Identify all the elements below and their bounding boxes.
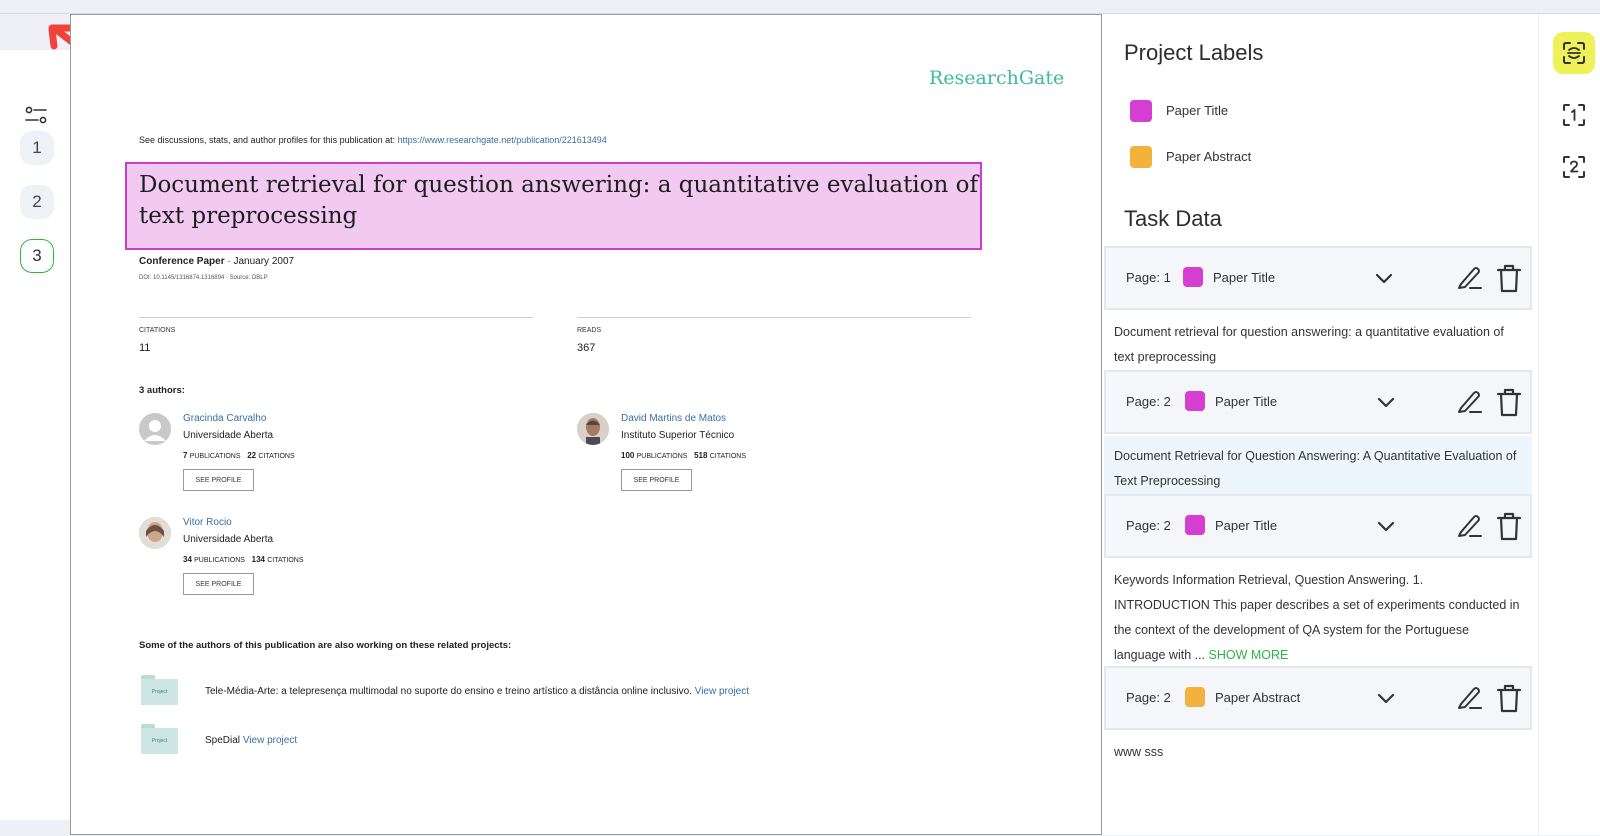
task-card[interactable]: Page: 2 Paper Abstract xyxy=(1104,666,1532,730)
citations-value: 11 xyxy=(139,342,151,354)
reads-label: READS xyxy=(577,327,602,334)
conference-date: · January 2007 xyxy=(224,256,295,267)
authors-heading: 3 authors: xyxy=(139,385,185,396)
related-project: Project SpeDial View project xyxy=(141,724,941,754)
author-metrics: 100 PUBLICATIONS 518 CITATIONS xyxy=(621,451,746,460)
author-institution: Instituto Superior Técnico xyxy=(621,430,735,441)
chevron-down-icon[interactable] xyxy=(1374,390,1398,414)
view-project-link[interactable]: View project xyxy=(695,686,749,697)
trash-icon[interactable] xyxy=(1494,682,1524,714)
see-profile-button[interactable]: SEE PROFILE xyxy=(621,469,692,491)
doi-line: DOI: 10.1145/1316874.1316894 · Source: D… xyxy=(139,275,268,281)
task-data-heading: Task Data xyxy=(1124,206,1222,231)
discussion-line: See discussions, stats, and author profi… xyxy=(139,135,607,145)
paper-title: Document retrieval for question answerin… xyxy=(139,172,978,229)
chevron-down-icon[interactable] xyxy=(1374,686,1398,710)
chevron-down-icon[interactable] xyxy=(1372,266,1396,290)
card-label: Paper Title xyxy=(1215,518,1278,533)
author-name[interactable]: David Martins de Matos xyxy=(621,413,726,424)
task-card[interactable]: Page: 2 Paper Title xyxy=(1104,370,1532,434)
conference-line: Conference Paper · January 2007 xyxy=(139,256,294,267)
related-projects-heading: Some of the authors of this publication … xyxy=(139,640,512,651)
card-label-swatch xyxy=(1183,267,1203,287)
card-text: Keywords Information Retrieval, Question… xyxy=(1104,560,1532,676)
page-1-select-button[interactable] xyxy=(1553,94,1595,136)
reads-value: 367 xyxy=(577,342,596,354)
avatar xyxy=(577,413,609,445)
author-metrics: 34 PUBLICATIONS 134 CITATIONS xyxy=(183,555,304,564)
page-1-select-icon xyxy=(1563,104,1585,126)
author-card: Gracinda Carvalho Universidade Aberta 7 … xyxy=(139,413,499,503)
card-label: Paper Abstract xyxy=(1215,690,1301,705)
card-text: Document retrieval for question answerin… xyxy=(1104,312,1532,378)
avatar xyxy=(139,517,171,549)
project-labels-heading: Project Labels xyxy=(1124,40,1264,65)
conference-label: Conference Paper xyxy=(139,256,225,267)
project-text: Tele-Média-Arte: a telepresença multimod… xyxy=(205,686,750,697)
edit-pencil-icon[interactable] xyxy=(1454,682,1484,712)
edit-pencil-icon[interactable] xyxy=(1454,262,1484,292)
label-name: Paper Abstract xyxy=(1166,149,1252,164)
card-label: Paper Title xyxy=(1215,394,1278,409)
card-label: Paper Title xyxy=(1213,270,1276,285)
page-button-1[interactable]: 1 xyxy=(20,131,54,165)
see-profile-button[interactable]: SEE PROFILE xyxy=(183,573,254,595)
see-profile-button[interactable]: SEE PROFILE xyxy=(183,469,254,491)
view-project-link[interactable]: View project xyxy=(243,735,297,746)
card-label-swatch xyxy=(1185,515,1205,535)
publication-link[interactable]: https://www.researchgate.net/publication… xyxy=(398,135,607,145)
card-text: Document Retrieval for Question Answerin… xyxy=(1104,436,1532,502)
avatar-placeholder-icon xyxy=(139,413,171,445)
label-name: Paper Title xyxy=(1166,103,1229,118)
related-project: Project Tele-Média-Arte: a telepresença … xyxy=(141,675,941,705)
card-page: Page: 1 xyxy=(1126,270,1171,285)
show-more-link[interactable]: SHOW MORE xyxy=(1209,648,1289,662)
task-card[interactable]: Page: 2 Paper Title xyxy=(1104,494,1532,558)
card-label-swatch xyxy=(1185,391,1205,411)
author-institution: Universidade Aberta xyxy=(183,534,274,545)
labels-panel: Project Labels Paper Title Paper Abstrac… xyxy=(1102,14,1538,835)
label-swatch xyxy=(1130,100,1152,122)
document-viewer: ResearchGate See discussions, stats, and… xyxy=(70,14,1102,835)
chevron-down-icon[interactable] xyxy=(1374,514,1398,538)
top-strip xyxy=(0,0,1600,14)
author-name[interactable]: Gracinda Carvalho xyxy=(183,413,266,424)
task-card[interactable]: Page: 1 Paper Title xyxy=(1104,246,1532,310)
label-swatch xyxy=(1130,146,1152,168)
author-card: David Martins de Matos Instituto Superio… xyxy=(577,413,937,503)
author-institution: Universidade Aberta xyxy=(183,430,274,441)
page-button-2[interactable]: 2 xyxy=(20,185,54,219)
page-navigator: 1 2 3 xyxy=(0,14,70,836)
author-card: Vitor Rocio Universidade Aberta 34 PUBLI… xyxy=(139,517,499,607)
card-page: Page: 2 xyxy=(1126,690,1171,705)
navigator-footer xyxy=(0,820,70,836)
page-2-select-button[interactable] xyxy=(1553,146,1595,188)
card-label-swatch xyxy=(1185,687,1205,707)
page-button-3[interactable]: 3 xyxy=(20,239,54,273)
folder-icon: Project xyxy=(141,724,178,754)
edit-pencil-icon[interactable] xyxy=(1454,510,1484,540)
trash-icon[interactable] xyxy=(1494,386,1524,418)
paper-title-annotation[interactable]: Document retrieval for question answerin… xyxy=(125,162,982,250)
tool-bar xyxy=(1538,14,1600,835)
folder-icon: Project xyxy=(141,675,178,705)
card-text: www sss xyxy=(1104,732,1532,773)
filter-sliders-icon[interactable] xyxy=(24,104,48,128)
author-name[interactable]: Vitor Rocio xyxy=(183,517,232,528)
card-page: Page: 2 xyxy=(1126,394,1171,409)
citations-label: CITATIONS xyxy=(139,327,176,334)
card-page: Page: 2 xyxy=(1126,518,1171,533)
edit-pencil-icon[interactable] xyxy=(1454,386,1484,416)
scan-icon xyxy=(1563,42,1585,64)
discussion-text: See discussions, stats, and author profi… xyxy=(139,135,398,145)
trash-icon[interactable] xyxy=(1494,262,1524,294)
researchgate-logo: ResearchGate xyxy=(929,67,1065,89)
scan-tool-button[interactable] xyxy=(1553,32,1595,74)
project-text: SpeDial View project xyxy=(205,735,298,746)
divider xyxy=(577,317,971,318)
trash-icon[interactable] xyxy=(1494,510,1524,542)
page-2-select-icon xyxy=(1563,156,1585,178)
divider xyxy=(139,317,533,318)
author-metrics: 7 PUBLICATIONS 22 CITATIONS xyxy=(183,451,295,460)
